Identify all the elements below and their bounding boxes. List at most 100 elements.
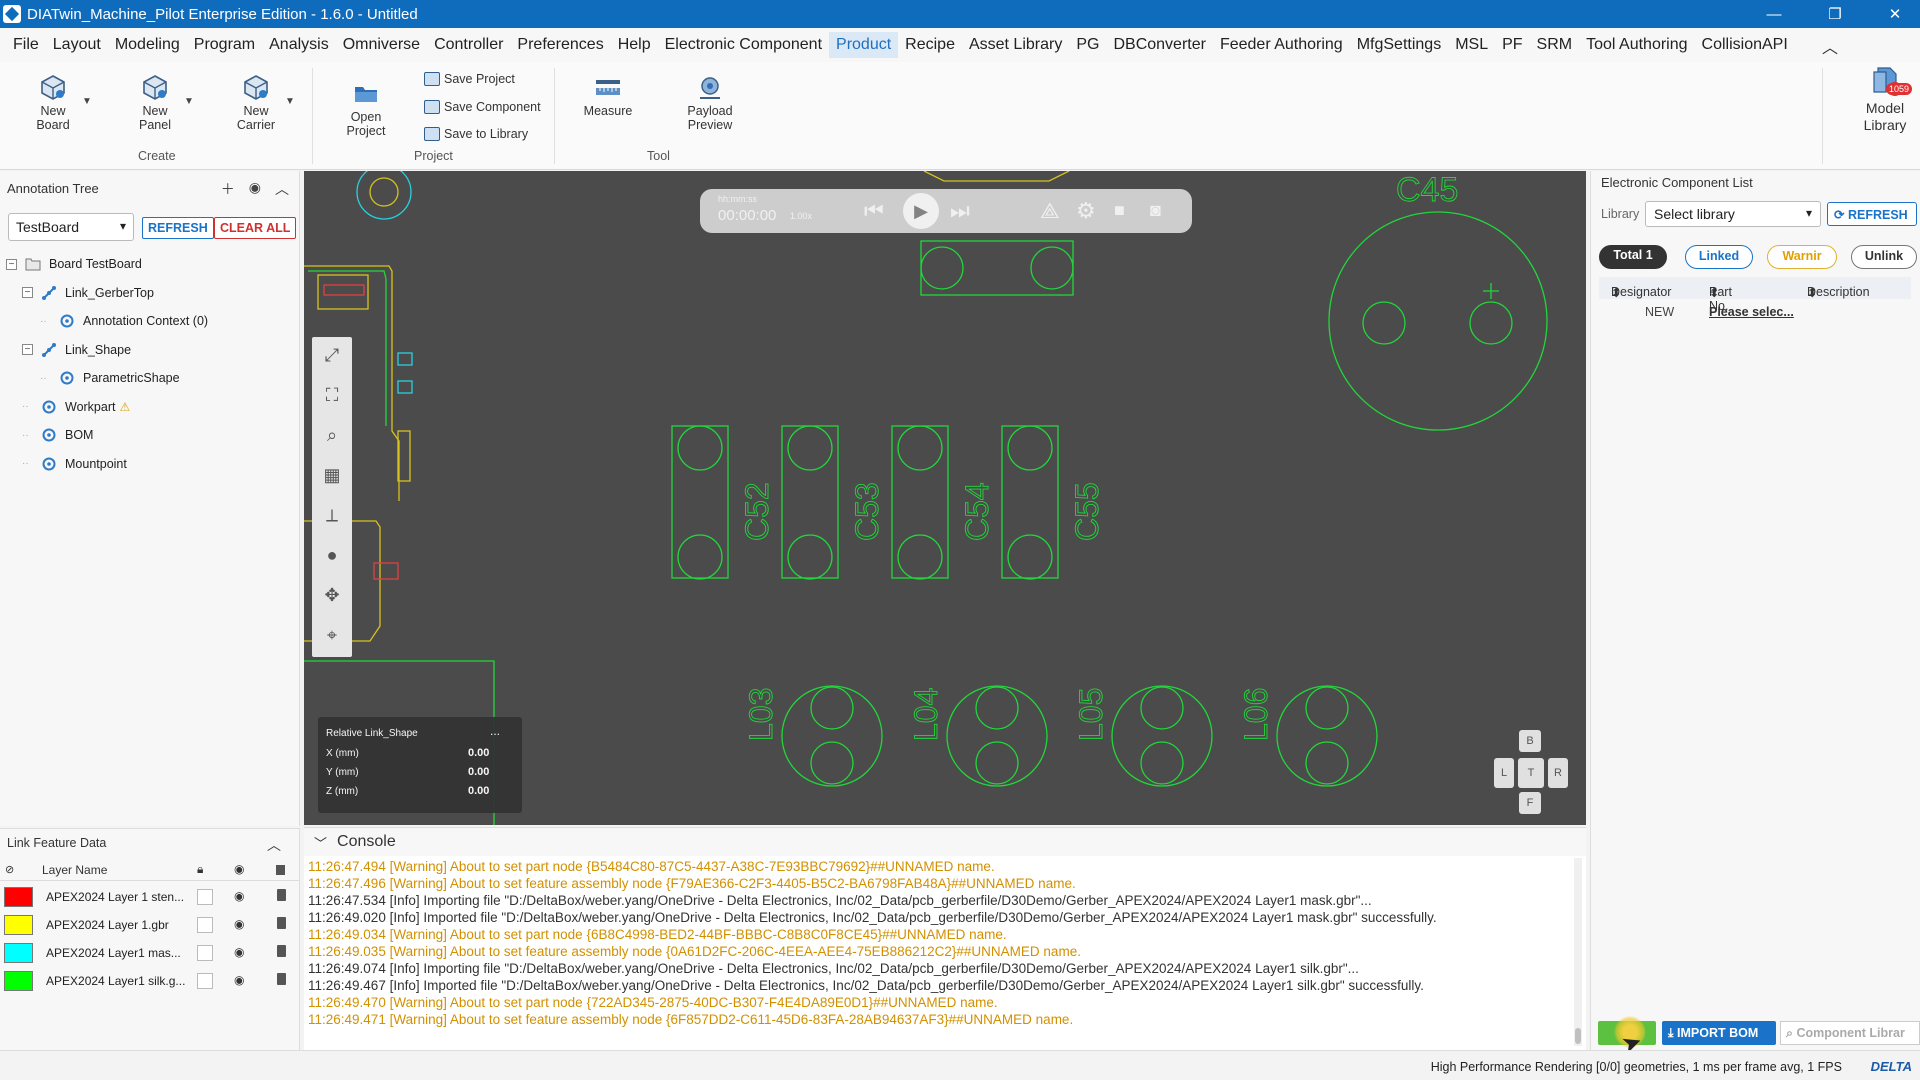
robot-hand-icon[interactable]: ⟁ — [1040, 198, 1060, 224]
console-scroll-thumb[interactable] — [1575, 1028, 1581, 1044]
menu-program[interactable]: Program — [187, 32, 262, 58]
eye-icon[interactable]: ◉ — [249, 179, 261, 199]
menu-preferences[interactable]: Preferences — [510, 32, 610, 58]
restore-button[interactable]: ❐ — [1812, 0, 1858, 28]
filter-total[interactable]: Total 1 — [1599, 245, 1667, 269]
layer-lock-checkbox[interactable] — [197, 945, 213, 961]
clear-all-button[interactable]: CLEAR ALL — [214, 217, 297, 239]
chevron-up-icon[interactable]: ︿ — [275, 179, 289, 199]
console-header[interactable]: ﹀ Console — [304, 828, 1586, 856]
add-icon[interactable]: ＋ — [221, 179, 235, 199]
save-project-button[interactable]: Save Project — [424, 72, 515, 86]
collapse-toggle-icon[interactable]: − — [6, 258, 17, 270]
eye-icon[interactable]: ◉ — [234, 917, 244, 931]
layer-row[interactable]: APEX2024 Layer1 silk.g... ◉ — [0, 967, 300, 995]
menu-electronic-component[interactable]: Electronic Component — [658, 32, 829, 58]
component-library-button[interactable]: ⌕ Component Librar — [1780, 1021, 1920, 1045]
import-bom-button[interactable]: ⤓ IMPORT BOM — [1662, 1021, 1776, 1045]
view-left-button[interactable]: L — [1494, 758, 1514, 788]
menu-controller[interactable]: Controller — [427, 32, 510, 58]
eye-icon[interactable]: ◉ — [234, 889, 244, 903]
collapse-toggle-icon[interactable]: − — [22, 344, 33, 355]
tree-node[interactable]: ·· Mountpoint — [22, 452, 127, 476]
trash-icon[interactable] — [277, 945, 286, 957]
zoom-region-icon[interactable]: ⌕ — [320, 425, 344, 449]
collapse-ribbon-icon[interactable]: ︿ — [1822, 34, 1838, 58]
board-select[interactable]: TestBoard — [8, 213, 134, 241]
new-board-dropdown-icon[interactable]: ▼ — [82, 96, 92, 107]
layer-color-swatch[interactable] — [4, 943, 33, 963]
menu-analysis[interactable]: Analysis — [262, 32, 336, 58]
minimize-button[interactable]: — — [1751, 0, 1797, 28]
menu-layout[interactable]: Layout — [46, 32, 108, 58]
layer-row[interactable]: APEX2024 Layer1 mas... ◉ — [0, 939, 300, 967]
settings-gear-icon[interactable]: ⚙ — [1076, 198, 1096, 224]
trash-icon[interactable] — [277, 973, 286, 985]
menu-help[interactable]: Help — [611, 32, 658, 58]
sphere-shading-icon[interactable]: ● — [320, 545, 344, 569]
measure-button[interactable]: Measure — [580, 74, 636, 118]
new-panel-button[interactable]: New Panel — [132, 74, 178, 132]
layer-lock-checkbox[interactable] — [197, 973, 213, 989]
layer-color-swatch[interactable] — [4, 971, 33, 991]
model-library-button[interactable]: 1059 Model Library — [1856, 62, 1914, 134]
menu-asset-library[interactable]: Asset Library — [962, 32, 1069, 58]
view-back-button[interactable]: B — [1519, 730, 1541, 752]
menu-collisionapi[interactable]: CollisionAPI — [1695, 32, 1795, 58]
new-carrier-button[interactable]: New Carrier — [233, 74, 279, 132]
menu-msl[interactable]: MSL — [1448, 32, 1495, 58]
tree-node[interactable]: ·· Annotation Context (0) — [40, 309, 208, 333]
focus-frame-icon[interactable]: ⌖ — [320, 625, 344, 649]
view-front-button[interactable]: F — [1519, 792, 1541, 814]
open-project-button[interactable]: Open Project — [343, 80, 389, 138]
menu-dbconverter[interactable]: DBConverter — [1106, 32, 1212, 58]
save-component-button[interactable]: Save Component — [424, 100, 541, 114]
skip-to-start-icon[interactable]: ⏮ — [864, 198, 884, 224]
menu-product[interactable]: Product — [829, 32, 899, 58]
save-to-library-button[interactable]: Save to Library — [424, 127, 528, 141]
filter-linked[interactable]: Linked — [1685, 245, 1753, 269]
playback-speed[interactable]: 1.00x — [790, 211, 812, 221]
filter-warning[interactable]: Warnir — [1767, 245, 1837, 269]
layer-lock-checkbox[interactable] — [197, 917, 213, 933]
layer-lock-checkbox[interactable] — [197, 889, 213, 905]
tree-node[interactable]: − Link_Shape — [22, 338, 131, 362]
chevron-down-icon[interactable]: ﹀ — [314, 833, 327, 852]
tree-node[interactable]: − Board TestBoard — [6, 252, 142, 276]
grid-plane-icon[interactable]: ▦ — [320, 465, 344, 489]
library-select[interactable]: Select library — [1645, 201, 1821, 227]
menu-mfgsettings[interactable]: MfgSettings — [1350, 32, 1448, 58]
layer-color-swatch[interactable] — [4, 887, 33, 907]
new-panel-dropdown-icon[interactable]: ▼ — [184, 96, 194, 107]
camera-snapshot-icon[interactable]: ◙ — [1150, 200, 1161, 221]
menu-pf[interactable]: PF — [1495, 32, 1529, 58]
layer-row[interactable]: APEX2024 Layer 1.gbr ◉ — [0, 911, 300, 939]
menu-recipe[interactable]: Recipe — [898, 32, 962, 58]
play-button[interactable]: ▶ — [903, 193, 939, 229]
row-part-no-link[interactable]: Please selec... — [1709, 305, 1794, 319]
view-right-button[interactable]: R — [1548, 758, 1568, 788]
collapse-toggle-icon[interactable]: − — [22, 287, 33, 298]
menu-modeling[interactable]: Modeling — [108, 32, 187, 58]
fit-all-icon[interactable]: ⤢ — [320, 345, 344, 369]
tree-node[interactable]: ·· ParametricShape — [40, 366, 180, 390]
payload-preview-button[interactable]: Payload Preview — [684, 74, 736, 132]
console-scrollbar[interactable] — [1574, 858, 1582, 1046]
menu-file[interactable]: File — [6, 32, 46, 58]
coordinate-more-button[interactable]: ... — [490, 724, 500, 738]
menu-tool-authoring[interactable]: Tool Authoring — [1579, 32, 1694, 58]
eye-icon[interactable]: ◉ — [234, 945, 244, 959]
close-button[interactable]: ✕ — [1872, 0, 1918, 28]
new-board-button[interactable]: New Board — [30, 74, 76, 132]
video-camera-icon[interactable]: ■ — [1114, 200, 1125, 221]
fit-selection-icon[interactable]: ⛶ — [320, 385, 344, 409]
trash-icon[interactable] — [277, 917, 286, 929]
tree-node[interactable]: ·· Workpart ⚠ — [22, 395, 130, 419]
step-forward-icon[interactable]: ⏭ — [950, 198, 970, 224]
menu-srm[interactable]: SRM — [1530, 32, 1580, 58]
layer-color-swatch[interactable] — [4, 915, 33, 935]
3d-viewport[interactable]: C45 C52 C53 C54 C55 L03 L04 L05 L06 hh:m… — [304, 171, 1586, 825]
filter-unlink[interactable]: Unlink — [1851, 245, 1917, 269]
tree-node[interactable]: − Link_GerberTop — [22, 281, 154, 305]
view-top-button[interactable]: T — [1518, 758, 1544, 788]
